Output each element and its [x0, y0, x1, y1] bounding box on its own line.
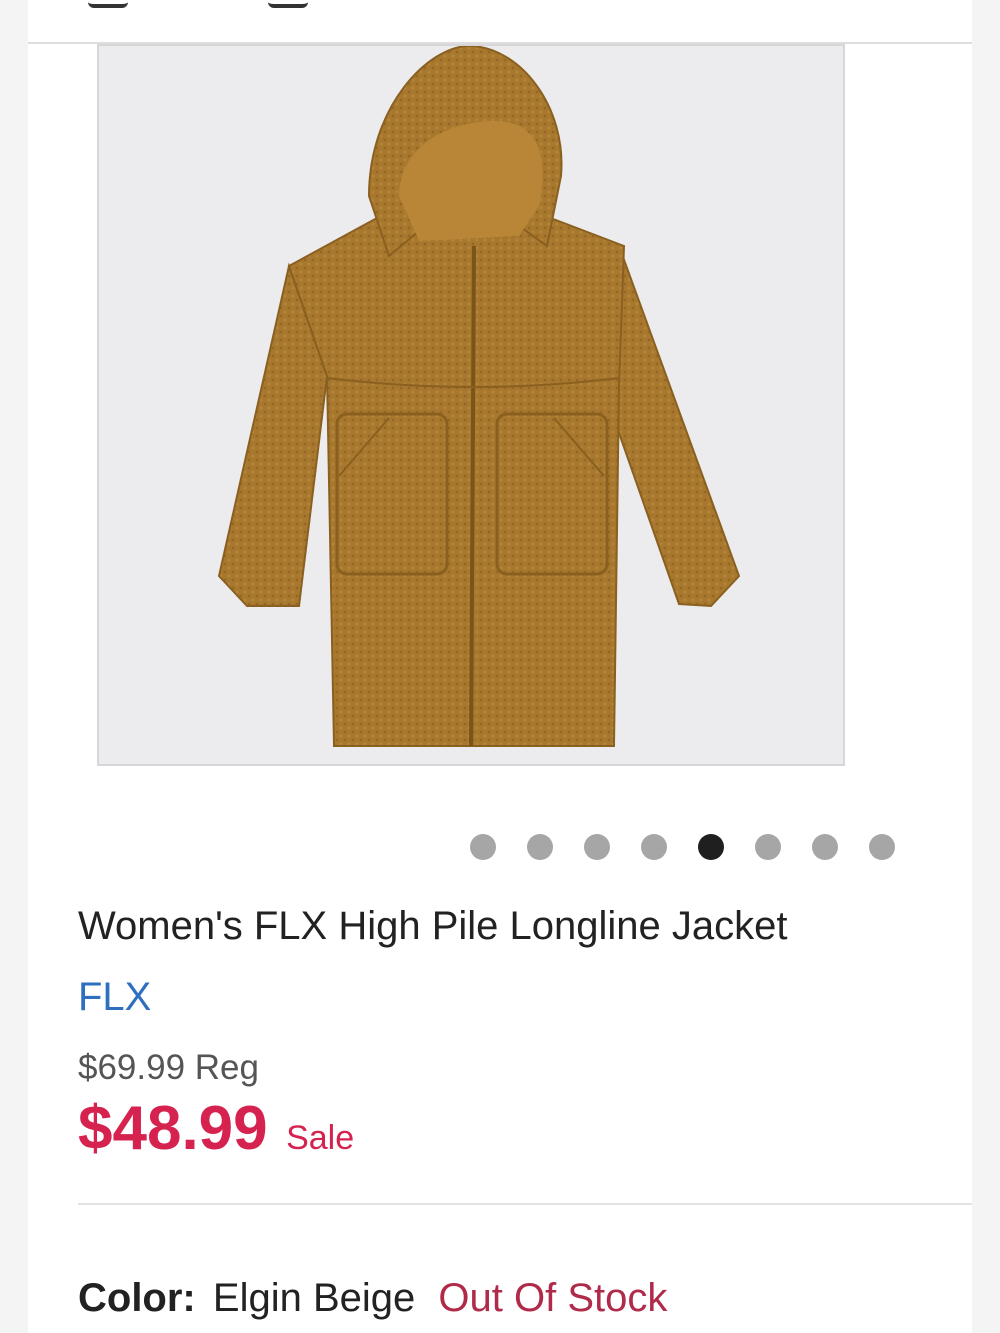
carousel-dot[interactable] — [470, 834, 496, 860]
carousel-dot[interactable] — [698, 834, 724, 860]
product-page: Women's FLX High Pile Longline Jacket FL… — [0, 0, 1000, 1333]
carousel-dot[interactable] — [755, 834, 781, 860]
color-label: Color: — [78, 1276, 196, 1320]
carousel-dot[interactable] — [641, 834, 667, 860]
back-icon[interactable] — [88, 0, 128, 8]
product-image[interactable] — [97, 44, 845, 766]
image-carousel-dots — [470, 832, 926, 862]
sale-price-row: $48.99 Sale — [78, 1093, 354, 1164]
divider — [78, 1203, 972, 1205]
stock-status: Out Of Stock — [438, 1276, 668, 1320]
carousel-dot[interactable] — [527, 834, 553, 860]
carousel-dot[interactable] — [812, 834, 838, 860]
sale-label: Sale — [286, 1119, 355, 1157]
regular-price: $69.99 Reg — [78, 1048, 259, 1087]
color-selection: Color: Elgin Beige Out Of Stock — [78, 1276, 667, 1321]
jacket-image — [217, 46, 741, 747]
carousel-dot[interactable] — [869, 834, 895, 860]
sale-price: $48.99 — [78, 1094, 268, 1163]
top-toolbar — [28, 0, 972, 44]
brand-link[interactable]: FLX — [78, 975, 151, 1020]
menu-icon[interactable] — [268, 0, 308, 8]
color-value: Elgin Beige — [212, 1276, 416, 1320]
product-title: Women's FLX High Pile Longline Jacket — [78, 904, 788, 948]
carousel-dot[interactable] — [584, 834, 610, 860]
